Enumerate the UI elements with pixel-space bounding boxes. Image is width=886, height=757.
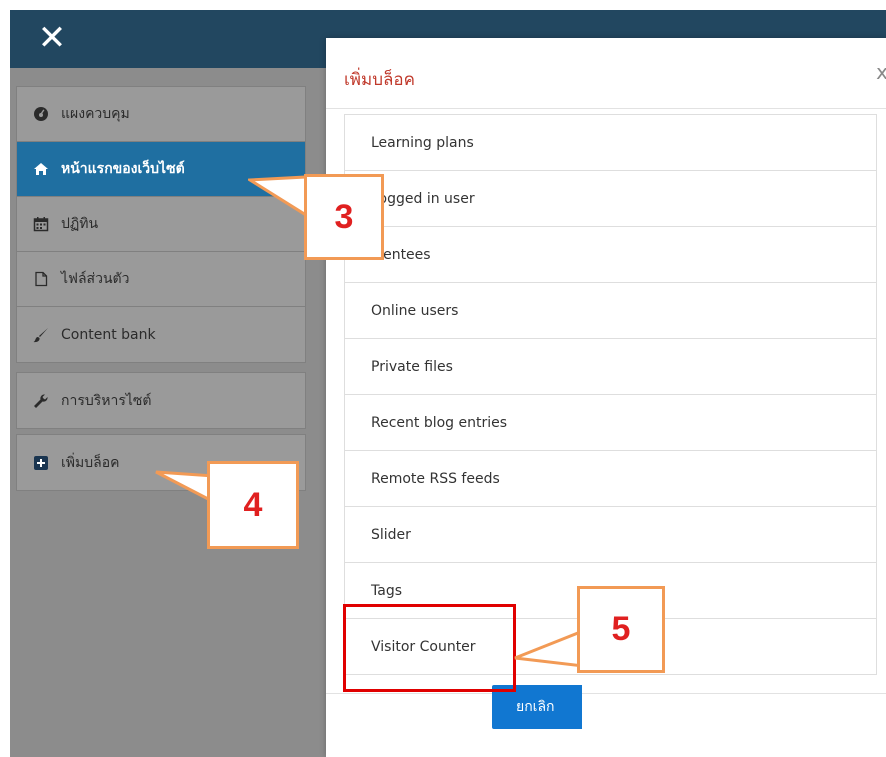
block-option-slider[interactable]: Slider xyxy=(345,506,876,562)
block-option-mentees[interactable]: Mentees xyxy=(345,226,876,282)
nav-item-label: Content bank xyxy=(61,326,156,343)
modal-close-icon[interactable]: x xyxy=(876,60,886,84)
nav-item-label: ปฏิทิน xyxy=(61,216,99,232)
modal-footer xyxy=(326,693,886,757)
brush-icon xyxy=(33,327,49,343)
nav-group-admin: การบริหารไซต์ xyxy=(16,372,306,429)
calendar-icon xyxy=(33,216,49,232)
file-icon xyxy=(33,271,49,287)
modal-title: เพิ่มบล็อค xyxy=(344,70,416,90)
nav-item-label: เพิ่มบล็อค xyxy=(61,454,120,471)
wrench-icon xyxy=(33,393,49,409)
block-option-recent-blog-entries[interactable]: Recent blog entries xyxy=(345,394,876,450)
modal-header: เพิ่มบล็อค x xyxy=(326,38,886,109)
plus-square-icon xyxy=(33,455,49,471)
nav-item-label: แผงควบคุม xyxy=(61,106,130,122)
callout-5: 5 xyxy=(577,586,665,673)
nav-item-label: หน้าแรกของเว็บไซต์ xyxy=(61,161,185,177)
dashboard-icon xyxy=(33,106,49,122)
block-option-private-files[interactable]: Private files xyxy=(345,338,876,394)
close-icon[interactable]: ✕ xyxy=(36,21,68,55)
nav-item-private-files[interactable]: ไฟล์ส่วนตัว xyxy=(17,252,305,307)
block-option-logged-in-user[interactable]: Logged in user xyxy=(345,170,876,226)
callout-3: 3 xyxy=(304,174,384,260)
nav-item-label: การบริหารไซต์ xyxy=(61,392,152,409)
nav-item-site-admin[interactable]: การบริหารไซต์ xyxy=(17,373,305,428)
block-option-remote-rss-feeds[interactable]: Remote RSS feeds xyxy=(345,450,876,506)
block-option-online-users[interactable]: Online users xyxy=(345,282,876,338)
nav-drawer: แผงควบคุม หน้าแรกของเว็บไซต์ ปฏิทิน ไฟล์… xyxy=(10,68,326,757)
block-option-learning-plans[interactable]: Learning plans xyxy=(345,114,876,170)
nav-item-content-bank[interactable]: Content bank xyxy=(17,307,305,362)
callout-4: 4 xyxy=(207,461,299,549)
home-icon xyxy=(33,161,49,177)
nav-item-label: ไฟล์ส่วนตัว xyxy=(61,271,130,287)
callout-5-pointer xyxy=(514,628,585,668)
highlight-visitor-counter xyxy=(343,604,516,692)
screen: ✕ แผงควบคุม หน้าแรกของเว็บไซต์ ปฏิทิน ไฟ… xyxy=(10,10,886,757)
nav-group-main: แผงควบคุม หน้าแรกของเว็บไซต์ ปฏิทิน ไฟล์… xyxy=(16,86,306,363)
nav-item-dashboard[interactable]: แผงควบคุม xyxy=(17,87,305,142)
callout-3-pointer xyxy=(248,175,308,218)
